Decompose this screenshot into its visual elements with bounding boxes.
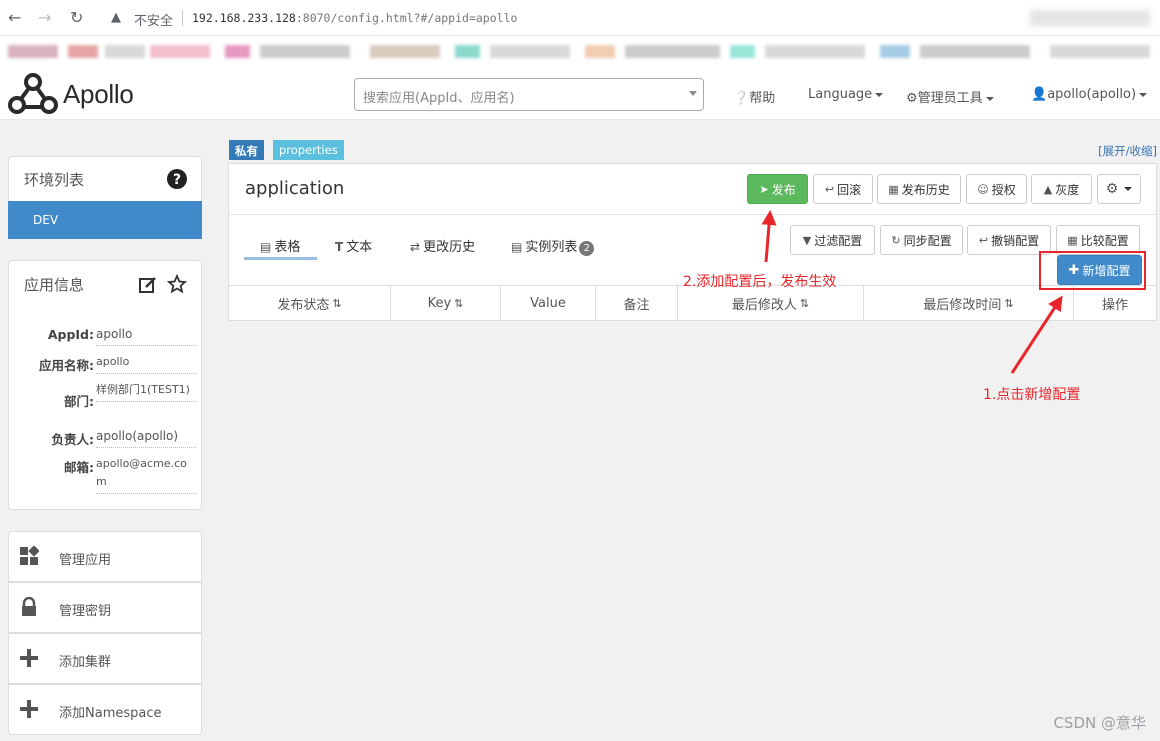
annotation-step1: 1.点击新增配置 <box>983 387 1081 403</box>
watermark: CSDN @意华 <box>1053 714 1146 732</box>
annotation-arrows <box>761 210 1063 374</box>
annotation-step2: 2.添加配置后，发布生效 <box>683 274 837 290</box>
arrow-to-publish <box>761 210 777 263</box>
arrow-to-add-config <box>1010 295 1063 374</box>
